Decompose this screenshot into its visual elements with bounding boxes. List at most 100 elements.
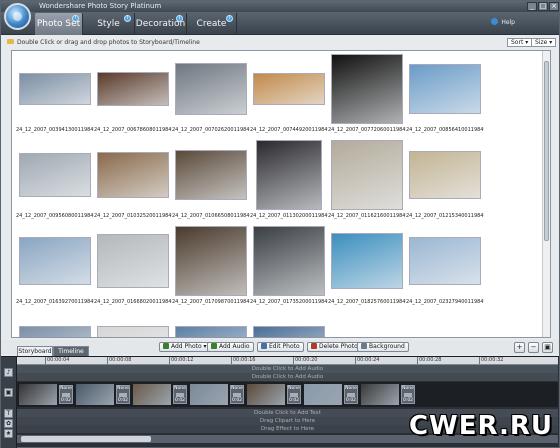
photo-track-icon: ▣	[4, 388, 13, 397]
photo-thumbnail[interactable]: 24_12_2007_0116216001198496...	[328, 139, 406, 225]
minimize-icon[interactable]: _	[527, 2, 537, 11]
transition-slot[interactable]: None 0:02	[173, 385, 187, 404]
photo-image	[98, 153, 168, 197]
button-label: Add Audio	[219, 343, 250, 350]
photo-caption: 24_12_2007_0116216001198496...	[328, 213, 406, 219]
help-button[interactable]: Help	[491, 16, 515, 30]
tab-photo-set[interactable]: Photo Set i	[35, 13, 83, 35]
photo-image	[176, 227, 246, 295]
photo-caption: 24_12_2007_0106650801198496...	[172, 213, 250, 219]
photo-thumbnail[interactable]: 24_12_2007_0077206001198496...	[328, 53, 406, 139]
transition-label: None	[231, 386, 243, 391]
photo-thumbnail[interactable]: 24_12_2007_0232794001198496...	[406, 225, 484, 311]
photo-thumbnail[interactable]: 24_12_2007_0067860801198496...	[94, 53, 172, 139]
photo-thumbnail[interactable]	[250, 311, 328, 337]
thumbnail-frame	[174, 141, 248, 209]
photo-thumbnail[interactable]: 24_12_2007_0103252001198496...	[94, 139, 172, 225]
edit-photo-button[interactable]: Edit Photo	[257, 342, 304, 352]
close-icon[interactable]: ×	[549, 2, 559, 11]
photo-thumbnail[interactable]: 24_12_2007_0182576001198496...	[328, 225, 406, 311]
photo-image	[176, 327, 246, 337]
photo-thumbnail[interactable]	[94, 311, 172, 337]
transition-slot[interactable]: None 0:02	[59, 385, 73, 404]
thumbnail-frame	[96, 227, 170, 295]
transition-icon	[119, 393, 127, 397]
background-button[interactable]: Background	[357, 342, 409, 352]
photo-caption: 24_12_2007_0039413001198496...	[16, 127, 94, 133]
photo-image	[20, 327, 90, 337]
timeline-photo-clip[interactable]	[190, 384, 228, 405]
app-logo	[4, 3, 31, 30]
photo-thumbnail[interactable]: 24_12_2007_0106650801198496...	[172, 139, 250, 225]
transition-label: None	[117, 386, 129, 391]
thumbnail-frame	[330, 55, 404, 123]
tab-storyboard[interactable]: Storyboard	[17, 346, 53, 356]
sort-label: Sort	[511, 39, 524, 46]
photo-thumbnail[interactable]: 24_12_2007_0085641001198496...	[406, 53, 484, 139]
photo-thumbnail[interactable]: 24_12_2007_0039413001198496...	[16, 53, 94, 139]
transition-duration: 0:02	[117, 398, 129, 403]
photo-caption: 24_12_2007_0182576001198496...	[328, 299, 406, 305]
time-ruler[interactable]: 00:00:04 00:00:08 00:00:12 00:00:16 00:00:20…	[17, 357, 558, 365]
folder-icon	[7, 39, 14, 44]
photo-thumbnail[interactable]	[172, 311, 250, 337]
photo-image	[410, 65, 480, 113]
transition-slot[interactable]: None 0:02	[116, 385, 130, 404]
add-photo-button[interactable]: Add Photo ▾	[159, 342, 211, 352]
timeline-photo-clip[interactable]	[247, 384, 285, 405]
zoom-out-icon[interactable]: −	[528, 342, 539, 353]
timeline-photo-clip[interactable]	[361, 384, 399, 405]
fit-icon[interactable]: ▣	[542, 342, 553, 353]
maximize-icon[interactable]: □	[538, 2, 548, 11]
delete-photo-button[interactable]: Delete Photo	[307, 342, 362, 352]
clipart-track-icon: ✿	[4, 419, 13, 428]
photo-thumbnail[interactable]: 24_12_2007_0113020001198496...	[250, 139, 328, 225]
scrollbar-thumb[interactable]	[544, 61, 549, 241]
audio-track-2[interactable]: Double Click to Add Audio	[17, 373, 558, 381]
photo-thumbnail[interactable]: 24_12_2007_0166802001198496...	[94, 225, 172, 311]
transition-slot[interactable]: None 0:02	[344, 385, 358, 404]
zoom-in-icon[interactable]: +	[514, 342, 525, 353]
photo-image	[20, 74, 90, 104]
info-icon: i	[72, 15, 79, 22]
timeline-photo-clip[interactable]	[133, 384, 171, 405]
transition-slot[interactable]: None 0:02	[401, 385, 415, 404]
photo-thumbnail[interactable]: 24_12_2007_0074492001198496...	[250, 53, 328, 139]
timeline-photo-clip[interactable]	[76, 384, 114, 405]
photo-thumbnail[interactable]: 24_12_2007_0173520001198496...	[250, 225, 328, 311]
sort-dropdown[interactable]: Sort ▾	[507, 38, 533, 47]
timeline-photo-clip[interactable]	[304, 384, 342, 405]
gallery-scrollbar[interactable]	[542, 51, 550, 337]
tab-timeline[interactable]: Timeline	[53, 346, 89, 356]
thumbnail-frame	[330, 141, 404, 209]
photo-thumbnail[interactable]: 24_12_2007_0095608001198496...	[16, 139, 94, 225]
photo-thumbnail[interactable]: 24_12_2007_0163927001198496...	[16, 225, 94, 311]
photo-image	[254, 227, 324, 295]
photo-image	[20, 238, 90, 284]
tab-decoration[interactable]: Decoration i	[135, 13, 187, 35]
photo-thumbnail[interactable]: 24_12_2007_0170987001198496...	[172, 225, 250, 311]
photo-thumbnail[interactable]: 24_12_2007_0070262001198496...	[172, 53, 250, 139]
photo-gallery[interactable]: 24_12_2007_0232794001198496...24_12_2007…	[11, 50, 551, 338]
transition-label: None	[60, 386, 72, 391]
photo-image	[410, 238, 480, 284]
transition-label: None	[402, 386, 414, 391]
transition-slot[interactable]: None 0:02	[287, 385, 301, 404]
transition-label: None	[174, 386, 186, 391]
add-audio-button[interactable]: Add Audio	[207, 342, 254, 352]
tab-label: Create	[196, 19, 227, 29]
tab-style[interactable]: Style i	[83, 13, 135, 35]
tab-create[interactable]: Create i	[187, 13, 237, 35]
photo-thumbnail[interactable]: 24_12_2007_0121534001198496...	[406, 139, 484, 225]
timeline-photo-clip[interactable]	[19, 384, 57, 405]
photo-image	[332, 234, 402, 288]
photo-track[interactable]: None 0:02 None 0:02 None 0:02 None 0:02 None 0:02…	[17, 382, 558, 407]
transition-duration: 0:02	[345, 398, 357, 403]
transition-slot[interactable]: None 0:02	[230, 385, 244, 404]
photo-thumbnail[interactable]	[16, 311, 94, 337]
scrollbar-thumb[interactable]	[21, 436, 151, 442]
thumbnail-frame	[96, 141, 170, 209]
thumbnail-frame	[408, 55, 482, 123]
audio-track-1[interactable]: Double Click to Add Audio	[17, 365, 558, 373]
size-dropdown[interactable]: Size ▾	[531, 38, 557, 47]
